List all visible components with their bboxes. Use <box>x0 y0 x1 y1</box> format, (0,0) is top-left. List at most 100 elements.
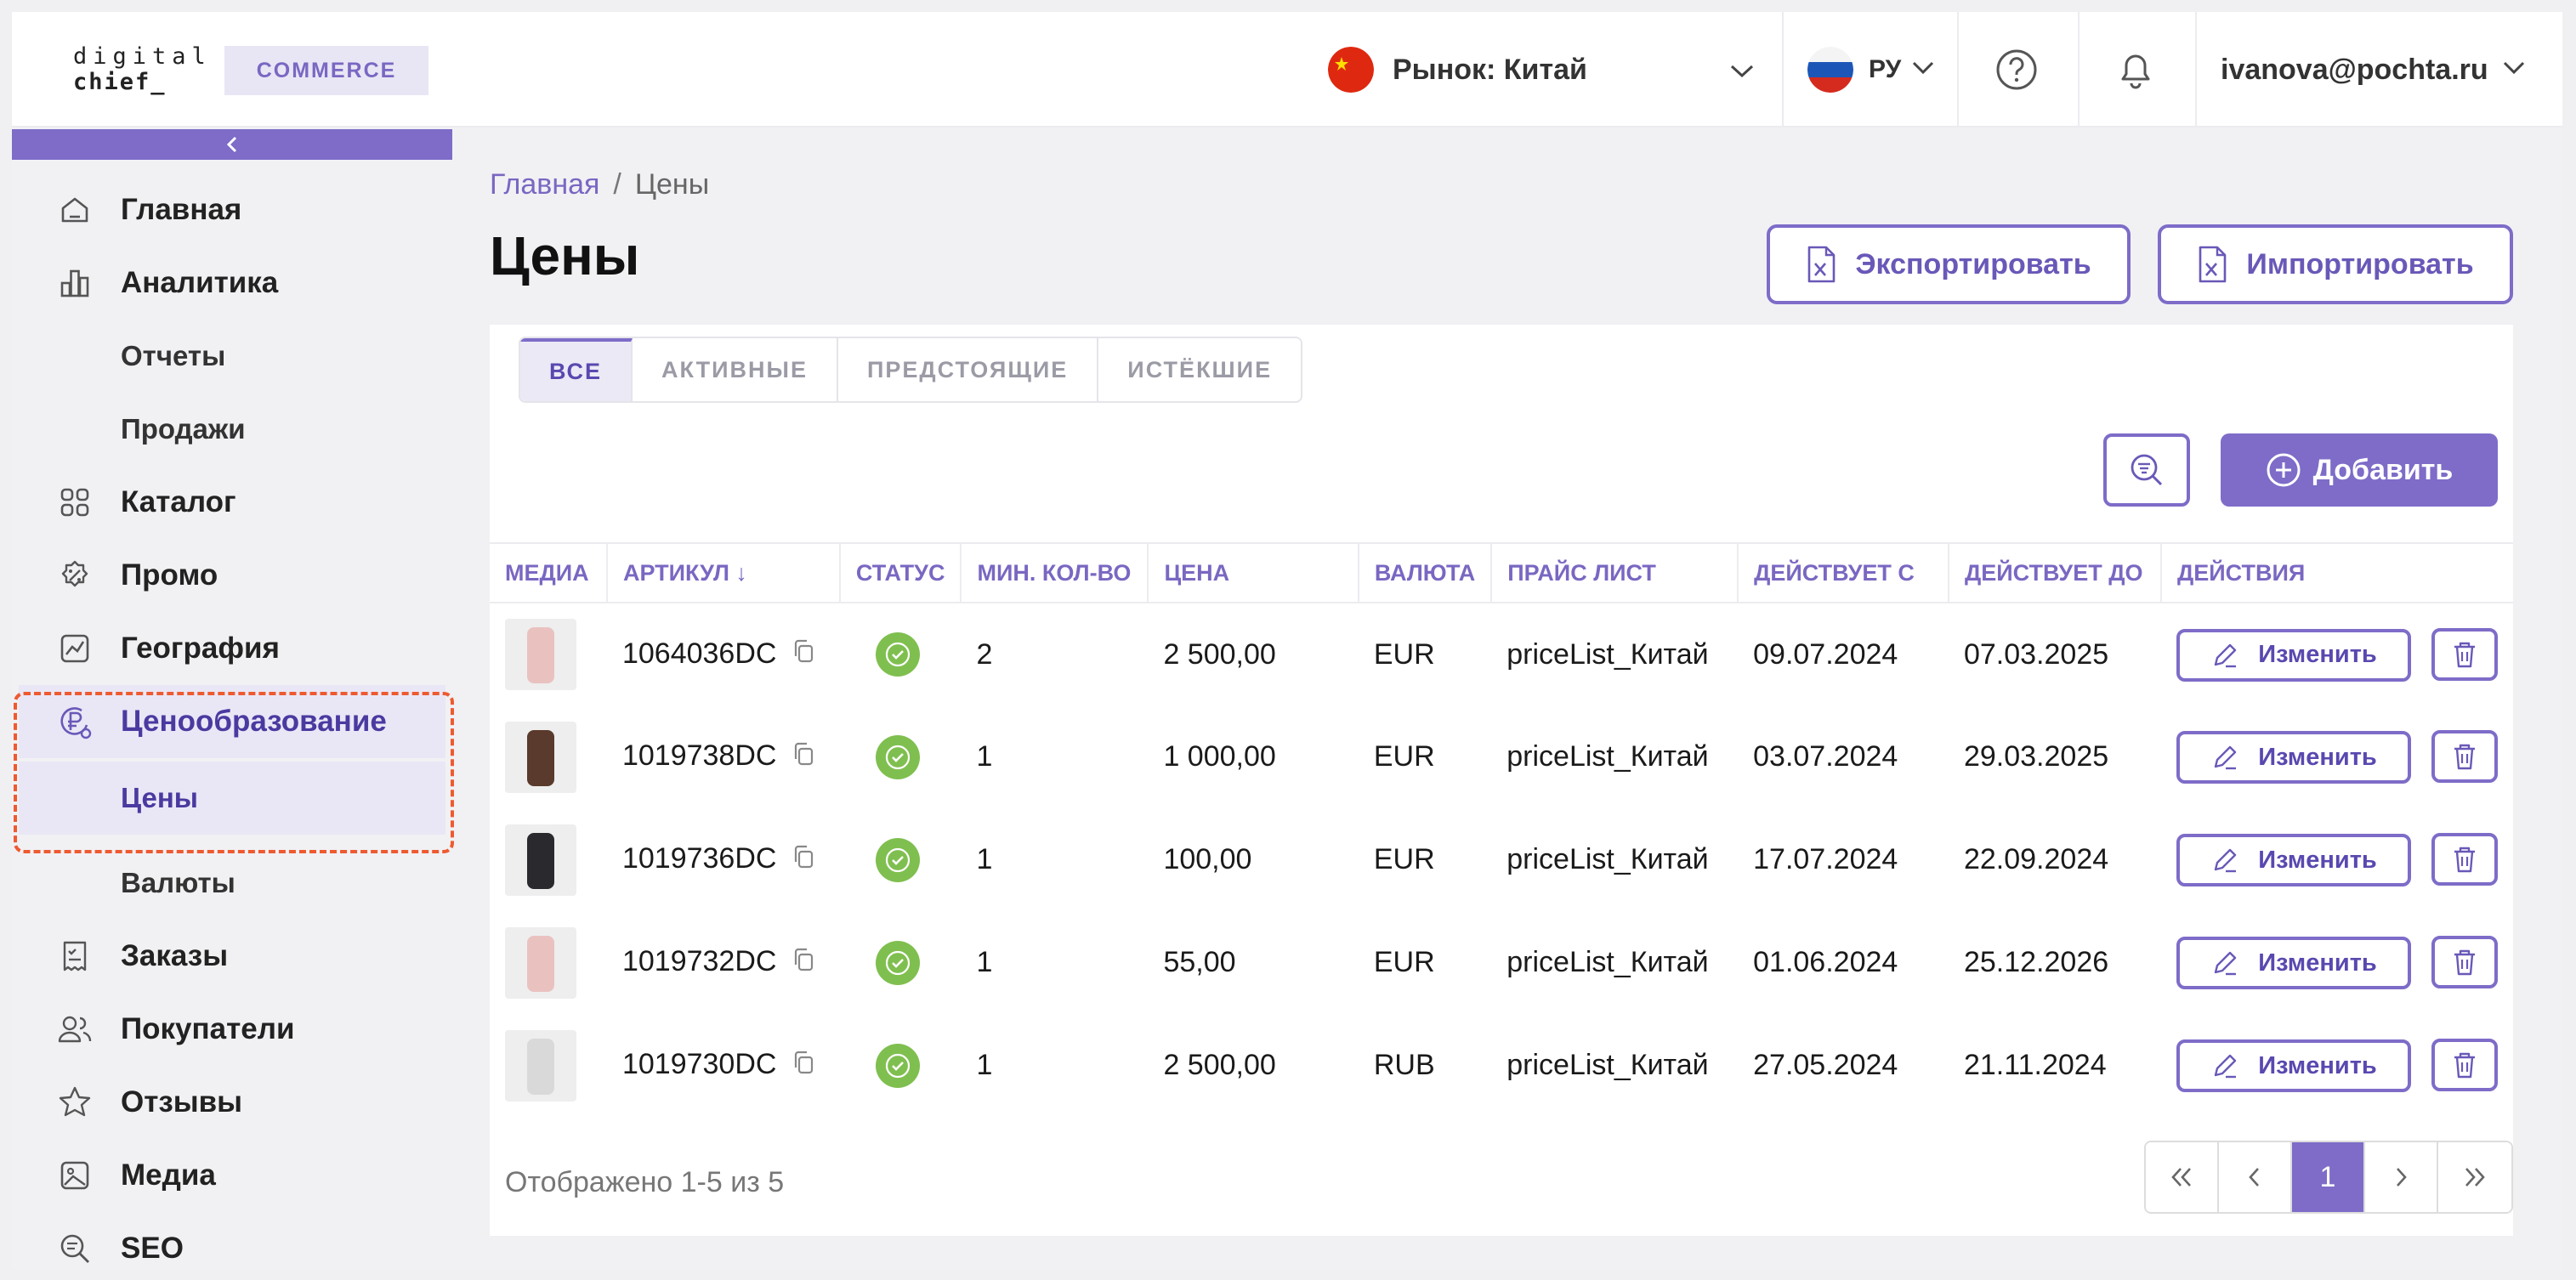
product-thumbnail[interactable] <box>505 926 576 999</box>
bell-icon[interactable] <box>2112 46 2159 93</box>
actions-cell: Изменить <box>2161 603 2513 705</box>
copy-icon[interactable] <box>792 1050 815 1083</box>
russia-flag-icon <box>1807 47 1853 93</box>
delete-button[interactable] <box>2431 730 2498 783</box>
pagination: 1 <box>2144 1141 2513 1214</box>
tab-upcoming[interactable]: ПРЕДСТОЯЩИЕ <box>837 338 1099 401</box>
china-flag-icon <box>1328 47 1374 93</box>
edit-button[interactable]: Изменить <box>2176 834 2411 886</box>
chevron-left-icon <box>2249 1168 2259 1187</box>
breadcrumb-separator: / <box>613 168 621 201</box>
table-row: 1019730DC 1 2 500,00 RUB priceList_Китай 27.0… <box>490 1014 2513 1117</box>
edit-button[interactable]: Изменить <box>2176 731 2411 784</box>
sidebar-item-analytics[interactable]: Аналитика <box>12 246 452 320</box>
sidebar-item-currencies[interactable]: Валюты <box>12 847 452 920</box>
sidebar-item-home[interactable]: Главная <box>12 173 452 246</box>
chevron-down-icon <box>2502 59 2526 81</box>
market-selector[interactable]: Рынок: Китай <box>1328 37 1587 102</box>
next-page-button[interactable] <box>2365 1142 2438 1212</box>
sidebar-item-catalog[interactable]: Каталог <box>12 466 452 539</box>
product-thumbnail[interactable] <box>505 824 576 896</box>
sidebar-item-label: Заказы <box>121 939 229 972</box>
sidebar-item-geography[interactable]: География <box>12 612 452 685</box>
currency-cell: EUR <box>1373 843 1435 875</box>
user-email: ivanova@pochta.ru <box>2221 53 2488 86</box>
sidebar-item-reviews[interactable]: Отзывы <box>12 1066 452 1139</box>
image-icon <box>56 1157 94 1194</box>
delete-button[interactable] <box>2431 627 2498 681</box>
catalog-icon <box>56 484 94 521</box>
prev-page-button[interactable] <box>2219 1142 2292 1212</box>
import-label: Импортировать <box>2246 247 2474 280</box>
column-header-sku[interactable]: АРТИКУЛ ↓ <box>606 542 841 603</box>
valid-to-cell: 25.12.2026 <box>1963 946 2109 978</box>
help-icon[interactable] <box>1993 46 2040 93</box>
copy-icon[interactable] <box>792 741 815 774</box>
price-list-cell: priceList_Китай <box>1506 1049 1709 1081</box>
sku-value: 1064036DC <box>621 637 777 670</box>
tab-active[interactable]: АКТИВНЫЕ <box>632 338 838 401</box>
edit-label: Изменить <box>2258 1051 2377 1079</box>
sidebar-item-promo[interactable]: Промо <box>12 539 452 612</box>
sidebar-item-label: География <box>121 632 280 665</box>
delete-button[interactable] <box>2431 1039 2498 1091</box>
min-qty-cell: 1 <box>976 843 993 875</box>
sidebar: Главная Аналитика Отчеты Продажи Каталог… <box>12 129 454 1270</box>
page-button-current[interactable]: 1 <box>2292 1142 2365 1212</box>
sidebar-item-sales[interactable]: Продажи <box>12 393 452 466</box>
delete-button[interactable] <box>2431 936 2498 988</box>
copy-icon[interactable] <box>792 947 815 980</box>
logo[interactable]: digital chief_ <box>73 44 212 95</box>
tab-all[interactable]: ВСЕ <box>520 338 633 401</box>
sidebar-item-reports[interactable]: Отчеты <box>12 320 452 393</box>
sidebar-item-seo[interactable]: SEO <box>12 1212 452 1270</box>
delete-button[interactable] <box>2431 833 2498 886</box>
min-qty-cell: 1 <box>976 1049 993 1081</box>
breadcrumb-home[interactable]: Главная <box>490 168 599 201</box>
table-header-row: МЕДИА АРТИКУЛ ↓ СТАТУС МИН. КОЛ-ВО ЦЕНА … <box>490 542 2513 603</box>
copy-icon[interactable] <box>792 638 815 671</box>
media-cell <box>490 1014 607 1117</box>
table-row: 1019732DC 1 55,00 EUR priceList_Китай 01.06.2… <box>490 911 2513 1014</box>
status-active-icon <box>875 734 920 779</box>
add-button[interactable]: Добавить <box>2221 433 2498 507</box>
column-header-media: МЕДИА <box>490 542 608 603</box>
status-cell <box>840 808 962 911</box>
currency-cell: RUB <box>1373 1049 1435 1081</box>
sidebar-collapse-button[interactable] <box>12 129 452 160</box>
status-active-icon <box>875 940 920 985</box>
first-page-button[interactable] <box>2146 1142 2219 1212</box>
sidebar-item-label: Главная <box>121 193 242 226</box>
status-active-icon <box>875 1043 920 1088</box>
user-menu[interactable]: ivanova@pochta.ru <box>2221 37 2526 102</box>
copy-icon[interactable] <box>792 844 815 877</box>
chevron-right-icon <box>2397 1168 2407 1187</box>
pencil-icon <box>2210 743 2239 772</box>
orders-icon <box>56 937 94 975</box>
last-page-button[interactable] <box>2438 1142 2511 1212</box>
language-label: РУ <box>1869 55 1902 83</box>
sidebar-item-customers[interactable]: Покупатели <box>12 993 452 1066</box>
edit-button[interactable]: Изменить <box>2176 628 2411 682</box>
export-button[interactable]: Экспортировать <box>1767 224 2131 304</box>
trash-icon <box>2454 847 2475 873</box>
edit-button[interactable]: Изменить <box>2176 937 2411 989</box>
filter-search-button[interactable] <box>2103 433 2190 507</box>
sidebar-item-media[interactable]: Медиа <box>12 1139 452 1212</box>
status-cell <box>840 1014 962 1117</box>
tab-expired[interactable]: ИСТЁКШИЕ <box>1098 338 1302 401</box>
import-button[interactable]: Импортировать <box>2158 224 2513 304</box>
highlight-outline <box>14 692 454 853</box>
excel-file-icon <box>2197 245 2227 284</box>
price-list-cell: priceList_Китай <box>1506 637 1709 671</box>
prices-card: ВСЕ АКТИВНЫЕ ПРЕДСТОЯЩИЕ ИСТЁКШИЕ Добави… <box>490 325 2513 1236</box>
product-thumbnail[interactable] <box>505 721 576 793</box>
edit-button[interactable]: Изменить <box>2176 1039 2411 1092</box>
product-thumbnail[interactable] <box>505 619 576 690</box>
language-selector[interactable]: РУ <box>1807 37 1935 102</box>
edit-label: Изменить <box>2258 641 2377 668</box>
product-thumbnail[interactable] <box>505 1029 576 1102</box>
media-cell <box>490 603 607 705</box>
chevron-down-icon[interactable] <box>1729 63 1755 84</box>
sidebar-item-orders[interactable]: Заказы <box>12 920 452 993</box>
